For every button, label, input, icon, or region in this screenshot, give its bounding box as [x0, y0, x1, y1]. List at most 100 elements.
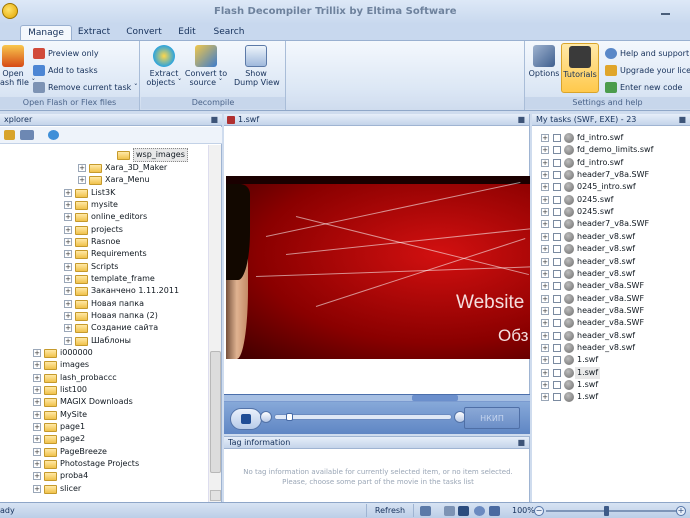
preview-only-button[interactable]: Preview only — [33, 46, 99, 61]
expand-icon[interactable]: + — [33, 411, 41, 419]
expand-icon[interactable]: + — [541, 158, 549, 167]
expand-icon[interactable]: + — [64, 201, 72, 209]
expand-icon[interactable]: + — [541, 306, 549, 315]
task-checkbox[interactable] — [553, 381, 561, 389]
zoom-slider-thumb[interactable] — [604, 506, 609, 516]
tutorials-button[interactable]: Tutorials — [561, 43, 599, 93]
timeline-strip[interactable] — [224, 395, 530, 402]
movie-preview[interactable]: Website F Обз — [226, 176, 530, 359]
task-checkbox[interactable] — [553, 171, 561, 180]
expand-icon[interactable]: + — [541, 319, 549, 328]
rewind-button[interactable] — [260, 411, 272, 423]
task-checkbox[interactable] — [553, 134, 561, 142]
task-checkbox[interactable] — [553, 356, 561, 365]
task-checkbox[interactable] — [553, 306, 561, 315]
task-checkbox[interactable] — [553, 282, 561, 291]
help-support-button[interactable]: Help and support ˇ — [605, 46, 690, 61]
extract-objects-button[interactable]: Extract objects ˇ — [143, 45, 185, 87]
task-checkbox[interactable] — [553, 208, 561, 217]
tab-convert[interactable]: Convert — [122, 25, 166, 40]
expand-icon[interactable]: + — [64, 238, 72, 246]
task-checkbox[interactable] — [553, 183, 561, 192]
expand-icon[interactable]: + — [33, 361, 41, 369]
task-checkbox[interactable] — [553, 331, 561, 340]
expand-icon[interactable]: + — [64, 189, 72, 197]
fullscreen-icon[interactable] — [489, 506, 500, 516]
task-checkbox[interactable] — [553, 245, 561, 254]
player-pin-icon[interactable]: ■ — [517, 114, 525, 125]
expand-icon[interactable]: + — [541, 134, 549, 142]
expand-icon[interactable]: + — [541, 269, 549, 278]
zoom-out-button[interactable]: − — [534, 506, 544, 516]
pan-icon[interactable] — [474, 506, 485, 516]
zoom-slider[interactable] — [546, 510, 684, 512]
expand-icon[interactable]: + — [541, 282, 549, 291]
refresh-button[interactable]: Refresh — [366, 504, 414, 517]
expand-icon[interactable]: + — [33, 472, 41, 480]
scroll-down-icon[interactable] — [210, 490, 221, 501]
tab-search[interactable]: Search — [210, 25, 248, 40]
tasks-pin-icon[interactable]: ■ — [678, 114, 686, 125]
expand-icon[interactable]: + — [64, 337, 72, 345]
expand-icon[interactable]: + — [541, 208, 549, 217]
expand-icon[interactable]: + — [541, 183, 549, 192]
scrollbar-thumb[interactable] — [210, 351, 221, 473]
task-checkbox[interactable] — [553, 195, 561, 204]
expand-icon[interactable]: + — [64, 275, 72, 283]
folder-up-icon[interactable] — [4, 130, 15, 140]
add-to-tasks-button[interactable]: Add to tasks — [33, 63, 98, 78]
minimize-button[interactable] — [654, 4, 676, 19]
expand-icon[interactable]: + — [64, 312, 72, 320]
expand-icon[interactable]: + — [33, 435, 41, 443]
explorer-scrollbar[interactable] — [208, 145, 221, 502]
expand-icon[interactable]: + — [64, 250, 72, 258]
expand-icon[interactable]: + — [541, 368, 549, 377]
expand-icon[interactable]: + — [541, 257, 549, 266]
expand-icon[interactable]: + — [64, 213, 72, 221]
expand-icon[interactable]: + — [541, 146, 549, 155]
expand-icon[interactable]: + — [541, 220, 549, 229]
expand-icon[interactable]: + — [33, 349, 41, 357]
task-checkbox[interactable] — [553, 232, 561, 241]
expand-icon[interactable]: + — [541, 294, 549, 303]
expand-icon[interactable]: + — [541, 381, 549, 389]
task-checkbox[interactable] — [553, 269, 561, 278]
convert-to-source-button[interactable]: Convert to source ˇ — [184, 45, 228, 87]
expand-icon[interactable]: + — [64, 300, 72, 308]
expand-icon[interactable]: + — [541, 343, 549, 352]
expand-icon[interactable]: + — [33, 460, 41, 468]
expand-icon[interactable]: + — [78, 164, 86, 172]
expand-icon[interactable]: + — [33, 374, 41, 382]
tab-manage[interactable]: Manage — [20, 25, 72, 40]
expand-icon[interactable]: + — [33, 398, 41, 406]
task-checkbox[interactable] — [553, 368, 561, 377]
seek-thumb[interactable] — [286, 413, 293, 421]
tab-edit[interactable]: Edit — [172, 25, 202, 40]
tab-extract[interactable]: Extract — [74, 25, 114, 40]
options-button[interactable]: Options — [527, 45, 561, 78]
open-flash-file-button[interactable]: Open ash file ˇ — [0, 45, 35, 87]
expand-icon[interactable]: + — [33, 386, 41, 394]
task-checkbox[interactable] — [553, 319, 561, 328]
expand-icon[interactable]: + — [541, 232, 549, 241]
expand-icon[interactable]: + — [541, 393, 549, 402]
expand-icon[interactable]: + — [64, 263, 72, 271]
timeline-thumb[interactable] — [412, 395, 458, 401]
show-dump-view-button[interactable]: Show Dump View — [234, 45, 280, 87]
app-logo-icon[interactable] — [2, 3, 18, 19]
view-mode-icon[interactable] — [20, 130, 34, 140]
task-checkbox[interactable] — [553, 393, 561, 402]
task-checkbox[interactable] — [553, 158, 561, 167]
expand-icon[interactable]: + — [541, 331, 549, 340]
expand-icon[interactable]: + — [64, 287, 72, 295]
zoom-in-button[interactable]: + — [676, 506, 686, 516]
enter-new-code-button[interactable]: Enter new code — [605, 80, 682, 95]
remove-current-task-button[interactable]: Remove current task ˇ — [33, 80, 138, 95]
stop-icon[interactable] — [458, 506, 469, 516]
task-checkbox[interactable] — [553, 343, 561, 352]
task-checkbox[interactable] — [553, 146, 561, 155]
task-checkbox[interactable] — [553, 220, 561, 229]
expand-icon[interactable]: + — [33, 448, 41, 456]
expand-icon[interactable]: + — [64, 324, 72, 332]
expand-icon[interactable]: + — [541, 245, 549, 254]
